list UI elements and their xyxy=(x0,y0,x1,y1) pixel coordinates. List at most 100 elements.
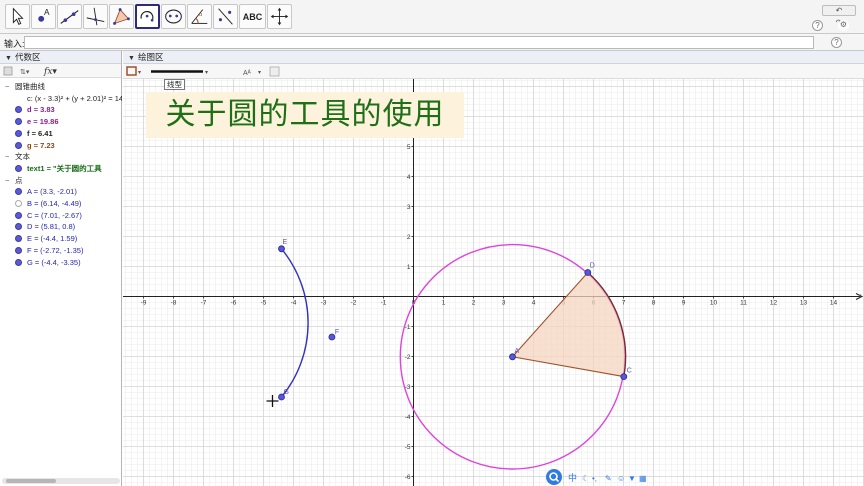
algebra-item-value: f = 6.41 xyxy=(27,128,53,138)
polygon-tool-button[interactable] xyxy=(109,4,134,29)
algebra-group-heading[interactable]: − 圆锥曲线 xyxy=(0,81,122,92)
text-tool-button[interactable]: ABC xyxy=(239,4,266,29)
algebra-scrollbar-thumb[interactable] xyxy=(6,479,56,483)
graphics-view: -9-8-7-6-5-4-3-2-10123456789101112131454… xyxy=(123,51,864,486)
x-tick-label: -8 xyxy=(171,300,177,307)
shirt-icon[interactable]: ▼ xyxy=(628,474,636,483)
algebra-view-title-bar[interactable]: ▼ 代数区 xyxy=(0,51,121,64)
title-text-box[interactable]: 关于圆的工具的使用 xyxy=(146,92,464,138)
circle-tool-button[interactable] xyxy=(135,4,160,29)
y-tick-label: 4 xyxy=(407,174,411,181)
algebra-item[interactable]: B = (6.14, -4.49) xyxy=(0,198,122,209)
undo-button[interactable]: ↶ xyxy=(822,5,856,16)
algebra-item[interactable]: c: (x - 3.3)² + (y + 2.01)² = 14 xyxy=(0,93,122,104)
x-tick-label: 9 xyxy=(682,300,686,307)
collapse-icon[interactable]: ▼ xyxy=(5,55,12,62)
collapse-icon[interactable]: − xyxy=(5,151,9,162)
point-tool-button[interactable]: A xyxy=(31,4,56,29)
x-tick-label: -7 xyxy=(201,300,207,307)
style-bar-icons: ▾ ▾ Aᴬ ▾ xyxy=(126,66,280,77)
visibility-toggle-icon[interactable] xyxy=(15,258,22,266)
settings-icon[interactable]: ⚙ xyxy=(838,20,849,31)
y-tick-label: 5 xyxy=(407,144,411,151)
reflect-icon xyxy=(218,8,233,25)
visibility-toggle-icon[interactable] xyxy=(15,129,22,137)
font-size-icon[interactable]: Aᴬ xyxy=(243,69,252,77)
algebra-group-heading[interactable]: − 文本 xyxy=(0,151,122,162)
algebra-item-value: D = (5.81, 0.8) xyxy=(27,222,76,232)
x-tick-label: -2 xyxy=(351,300,357,307)
visibility-toggle-icon[interactable] xyxy=(15,200,22,207)
visibility-toggle-icon[interactable] xyxy=(15,211,22,219)
ime-chinese-icon[interactable]: 中 xyxy=(568,472,577,484)
moon-icon[interactable]: ☾ xyxy=(582,474,589,483)
lock-icon[interactable] xyxy=(269,66,280,77)
algebra-group-label: 圆锥曲线 xyxy=(15,82,45,91)
x-tick-label: -3 xyxy=(321,300,327,307)
visibility-toggle-icon[interactable] xyxy=(15,235,22,243)
collapse-icon[interactable]: ▼ xyxy=(128,55,135,62)
y-tick-label: 3 xyxy=(407,204,411,211)
visibility-toggle-icon[interactable] xyxy=(15,188,22,196)
collapse-icon[interactable]: − xyxy=(5,175,9,186)
emoji-icon[interactable]: ☺ xyxy=(617,474,625,483)
wrench-icon[interactable]: ✎ xyxy=(605,474,612,483)
grid-icon[interactable]: ▦ xyxy=(639,474,647,483)
input-help-icon[interactable]: ? xyxy=(831,37,842,48)
point-D[interactable] xyxy=(584,269,592,276)
algebra-scrollbar[interactable] xyxy=(2,478,120,484)
reflect-tool-button[interactable] xyxy=(213,4,238,29)
y-tick-label: -6 xyxy=(405,474,411,481)
algebra-style-bar: ⇅▾ fx▾ xyxy=(0,64,121,78)
angle-tool-button[interactable]: α xyxy=(187,4,212,29)
collapse-icon[interactable]: − xyxy=(5,81,9,92)
algebra-item[interactable]: A = (3.3, -2.01) xyxy=(0,186,122,197)
visibility-toggle-icon[interactable] xyxy=(15,106,22,114)
toggle-auxiliary-icon[interactable] xyxy=(3,66,13,76)
visibility-toggle-icon[interactable] xyxy=(15,118,22,126)
visibility-toggle-icon[interactable] xyxy=(15,223,22,231)
algebra-item[interactable]: D = (5.81, 0.8) xyxy=(0,221,122,232)
color-swatch-icon[interactable] xyxy=(126,66,137,76)
line-tool-button[interactable] xyxy=(57,4,82,29)
chevron-down-icon[interactable]: ▾ xyxy=(138,70,141,76)
move-view-tool-button[interactable] xyxy=(267,4,292,29)
visibility-toggle-icon[interactable] xyxy=(15,164,22,172)
algebra-item[interactable]: g = 7.23 xyxy=(0,140,122,151)
point-E[interactable] xyxy=(278,245,285,253)
algebra-item[interactable]: F = (-2.72, -1.35) xyxy=(0,245,122,256)
algebra-item[interactable]: G = (-4.4, -3.35) xyxy=(0,257,122,268)
point-label-E: E xyxy=(283,239,288,246)
visibility-toggle-icon[interactable] xyxy=(15,141,22,149)
chevron-down-icon[interactable]: ▾ xyxy=(258,70,261,76)
punctuation-icon[interactable]: •, xyxy=(592,474,597,483)
x-tick-label: 3 xyxy=(502,300,506,307)
toolbar-help-icon[interactable]: ? xyxy=(812,20,823,31)
algebra-item[interactable]: e = 19.86 xyxy=(0,116,122,127)
algebra-item[interactable]: d = 3.83 xyxy=(0,104,122,115)
algebra-group-heading[interactable]: − 点 xyxy=(0,175,122,186)
panel-resize-handle[interactable]: ‹ xyxy=(859,291,864,303)
svg-text:α: α xyxy=(199,12,203,18)
algebra-item-value: e = 19.86 xyxy=(27,117,59,127)
circular-sector[interactable] xyxy=(511,271,627,378)
chevron-down-icon[interactable]: ▾ xyxy=(205,70,208,76)
point-label-C: C xyxy=(627,368,632,375)
input-field[interactable] xyxy=(24,36,814,49)
algebra-view-title: 代数区 xyxy=(14,52,41,62)
algebra-item[interactable]: E = (-4.4, 1.59) xyxy=(0,233,122,244)
search-icon[interactable] xyxy=(546,469,562,485)
perpendicular-tool-button[interactable] xyxy=(83,4,108,29)
y-tick-label: 1 xyxy=(407,264,411,271)
y-tick-label: -2 xyxy=(405,354,411,361)
move-tool-button[interactable] xyxy=(5,4,30,29)
algebra-item[interactable]: text1 = "关于圆的工具 xyxy=(0,163,122,174)
algebra-item[interactable]: f = 6.41 xyxy=(0,128,122,139)
conic-tool-button[interactable] xyxy=(161,4,186,29)
visibility-toggle-icon[interactable] xyxy=(15,246,22,254)
sort-icon[interactable]: ⇅▾ xyxy=(20,69,30,76)
function-inspector-icon[interactable]: fx▾ xyxy=(43,67,57,77)
graphics-view-title-bar[interactable]: ▼ 绘图区 xyxy=(123,51,864,64)
algebra-group-label: 文本 xyxy=(15,152,30,162)
algebra-item[interactable]: C = (7.01, -2.67) xyxy=(0,210,122,221)
